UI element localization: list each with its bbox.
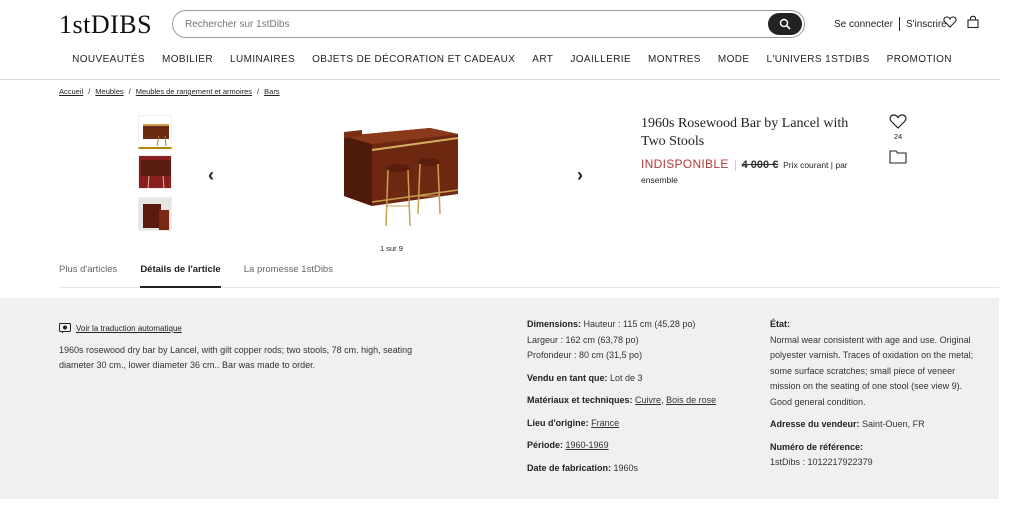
breadcrumb-rangement[interactable]: Meubles de rangement et armoires (136, 87, 252, 96)
gallery-next-button[interactable]: › (577, 165, 583, 186)
login-link[interactable]: Se connecter (834, 19, 893, 30)
condition-column: État: Normal wear consistent with age and… (770, 317, 980, 478)
made-value: 1960s (613, 462, 639, 473)
seller-label: Adresse du vendeur: (770, 419, 860, 429)
materials-label: Matériaux et techniques: (527, 395, 633, 405)
search-button[interactable] (768, 13, 802, 35)
favorites-count: 24 (893, 132, 903, 141)
made-label: Date de fabrication: (527, 462, 612, 473)
search-bar[interactable] (172, 10, 805, 38)
header-divider (898, 17, 900, 31)
product-title: 1960s Rosewood Bar by Lancel with Two St… (641, 116, 849, 149)
thumbnail-3[interactable] (138, 197, 172, 231)
old-price: 4 000 € (741, 159, 779, 171)
ref-label: Numéro de référence: (770, 441, 864, 452)
specs-column: Dimensions: Hauteur : 115 cm (45,28 po) … (527, 319, 717, 473)
gallery-counter: 1 sur 9 (380, 244, 403, 253)
nav-item-decoration[interactable]: OBJETS DE DÉCORATION ET CADEAUX (304, 54, 524, 65)
heart-icon[interactable] (943, 15, 957, 29)
folder-icon[interactable] (889, 149, 907, 164)
origin-label: Lieu d'origine: (527, 417, 589, 428)
sold-as-value: Lot de 3 (610, 372, 643, 383)
seller-value: Saint-Ouen, FR (862, 419, 925, 429)
product-image[interactable] (340, 122, 460, 230)
condition-value: Normal wear consistent with age and use.… (770, 334, 974, 407)
origin-link[interactable]: France (591, 418, 619, 428)
width-value: Largeur : 162 cm (63,78 po) (527, 334, 639, 345)
breadcrumb-bars[interactable]: Bars (264, 87, 279, 96)
cart-icon[interactable] (966, 15, 980, 29)
height-value: Hauteur : 115 cm (45,28 po) (583, 319, 696, 329)
main-nav: NOUVEAUTÉS MOBILIER LUMINAIRES OBJETS DE… (0, 54, 1024, 65)
nav-item-mode[interactable]: MODE (709, 54, 758, 65)
heart-icon (889, 114, 907, 129)
sold-as-label: Vendu en tant que: (527, 372, 608, 383)
nav-item-joaillerie[interactable]: JOAILLERIE (562, 54, 640, 65)
depth-value: Profondeur : 80 cm (31,5 po) (527, 350, 643, 360)
material-link-rosewood[interactable]: Bois de rose (666, 395, 716, 405)
translate-label: Voir la traduction automatique (76, 324, 182, 333)
header-divider-line (0, 79, 1000, 80)
nav-item-nouveautes[interactable]: NOUVEAUTÉS (64, 54, 154, 65)
translate-icon (59, 323, 71, 334)
site-logo[interactable]: 1stDIBS (59, 10, 152, 40)
detail-tabs: Plus d'articles Détails de l'article La … (59, 264, 999, 288)
translate-link[interactable]: Voir la traduction automatique (59, 323, 182, 334)
item-description: 1960s rosewood dry bar by Lancel, with g… (59, 345, 413, 370)
price-block: INDISPONIBLE 4 000 € Prix courant | par e… (641, 157, 871, 188)
nav-item-montres[interactable]: MONTRES (640, 54, 710, 65)
period-link[interactable]: 1960-1969 (566, 440, 609, 450)
gallery-prev-button[interactable]: ‹ (208, 165, 214, 186)
favorite-button[interactable]: 24 (889, 113, 907, 141)
search-icon (779, 18, 791, 30)
tab-item-details[interactable]: Détails de l'article (140, 264, 221, 288)
ref-value: 1stDibs : 1012217922379 (770, 457, 873, 467)
tab-promise[interactable]: La promesse 1stDibs (244, 264, 333, 288)
breadcrumb: Accueil / Meubles / Meubles de rangement e… (59, 87, 280, 96)
availability-status: INDISPONIBLE (641, 157, 729, 171)
breadcrumb-accueil[interactable]: Accueil (59, 87, 83, 96)
material-link-copper[interactable]: Cuivre (635, 395, 661, 405)
thumbnail-2[interactable] (138, 155, 172, 189)
signup-link[interactable]: S'inscrire (906, 19, 947, 30)
nav-item-promotion[interactable]: PROMOTION (878, 54, 960, 65)
nav-item-univers[interactable]: L'UNIVERS 1STDIBS (758, 54, 878, 65)
nav-item-art[interactable]: ART (524, 54, 562, 65)
nav-item-mobilier[interactable]: MOBILIER (154, 54, 222, 65)
nav-item-luminaires[interactable]: LUMINAIRES (222, 54, 304, 65)
search-input[interactable] (185, 18, 745, 30)
breadcrumb-meubles[interactable]: Meubles (95, 87, 123, 96)
period-label: Période: (527, 440, 564, 450)
thumbnail-1[interactable] (138, 115, 172, 149)
tab-more-items[interactable]: Plus d'articles (59, 264, 117, 288)
condition-label: État: (770, 319, 790, 329)
dimensions-label: Dimensions: (527, 319, 582, 329)
